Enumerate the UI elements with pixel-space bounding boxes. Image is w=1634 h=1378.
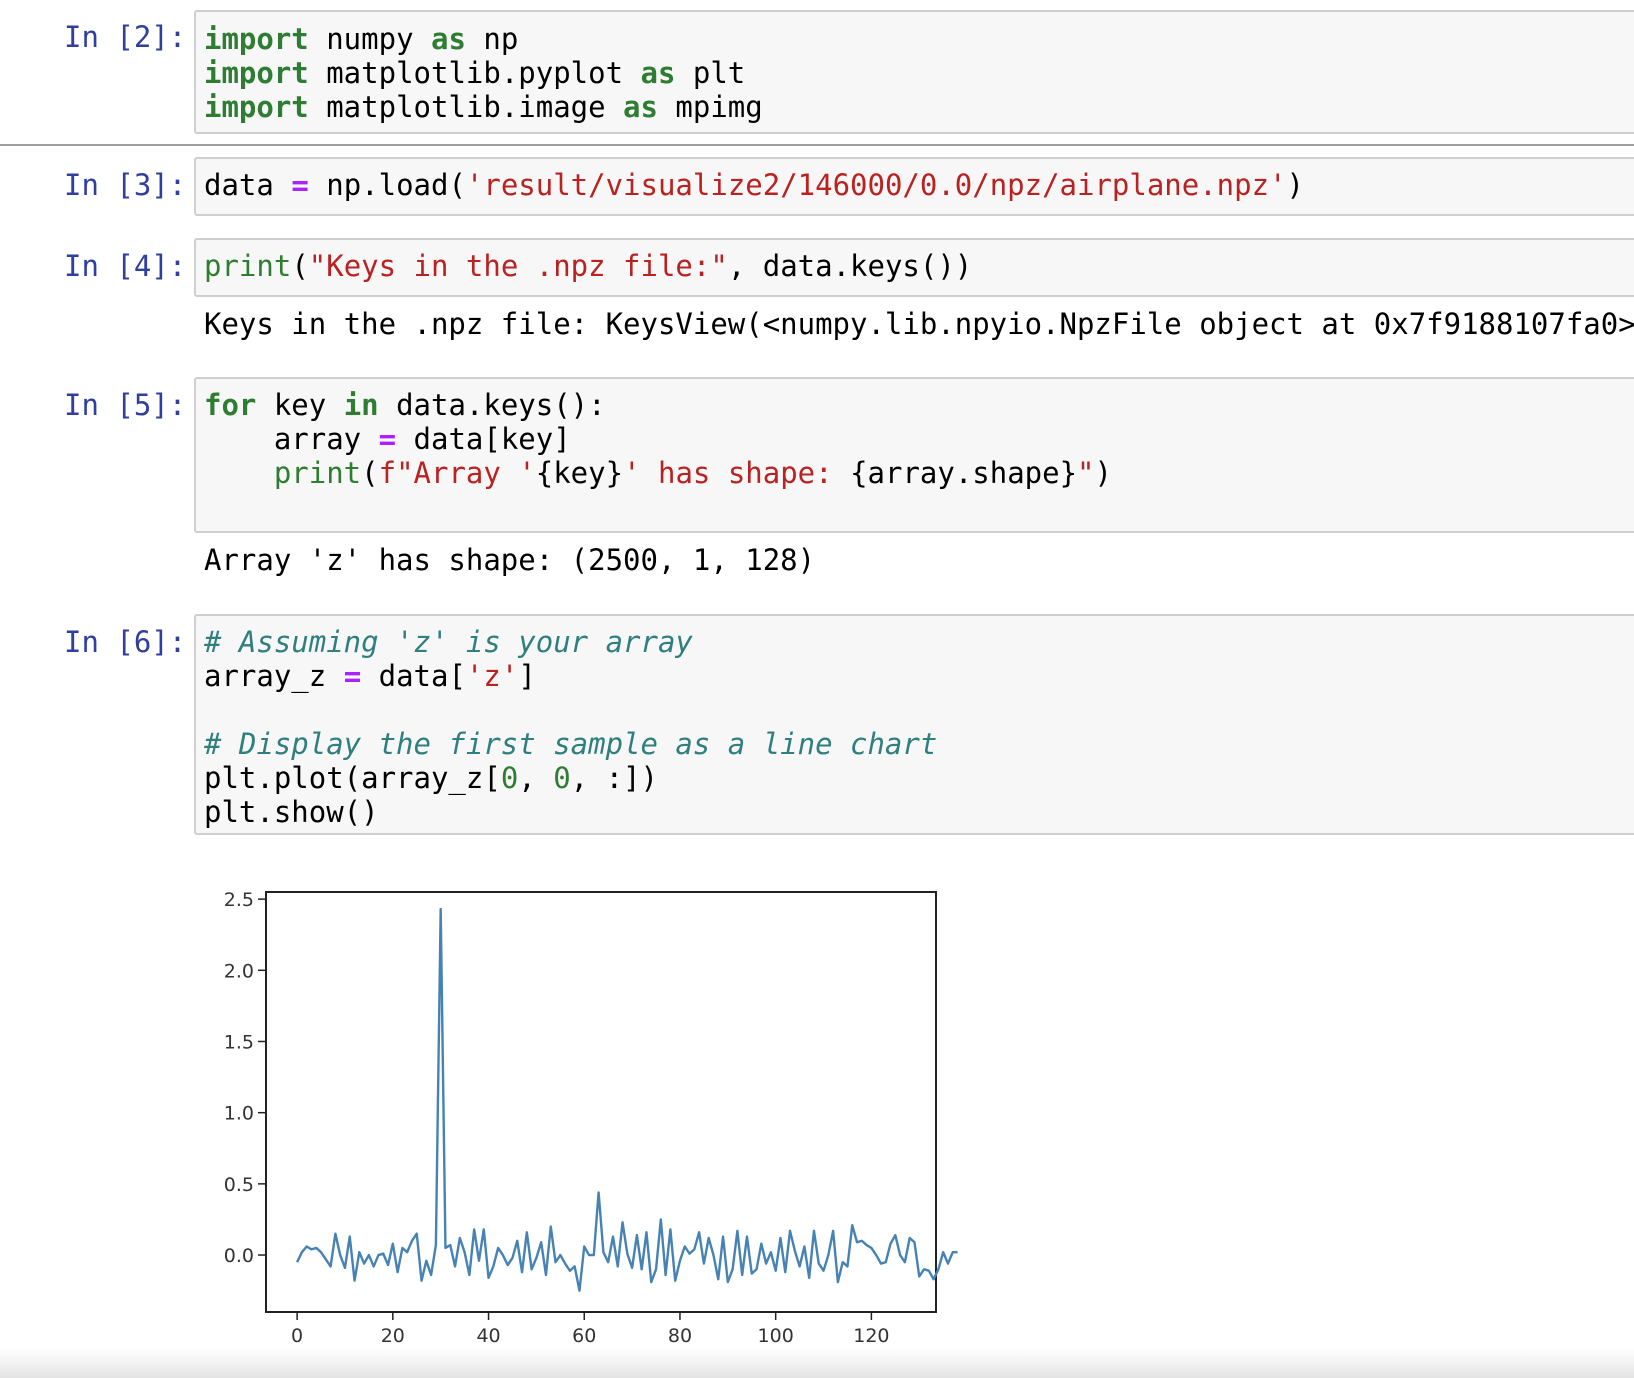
code-token: )	[1094, 456, 1112, 490]
x-tick-label: 40	[476, 1325, 500, 1347]
code-token: as	[623, 90, 658, 124]
code-token: {key}	[535, 456, 624, 490]
code-token: numpy	[308, 22, 431, 56]
code-token: =	[378, 422, 397, 456]
code-token: 'z'	[465, 659, 519, 693]
code-line: # Assuming 'z' is your array	[204, 625, 937, 659]
x-tick-label: 0	[291, 1325, 303, 1347]
code-token: as	[430, 22, 466, 56]
y-tick-label: 0.5	[224, 1174, 254, 1196]
code-token: 'result/visualize2/146000/0.0/npz/airpla…	[465, 168, 1287, 202]
code-token: data[	[361, 659, 466, 693]
code-token: ' has shape:	[623, 456, 851, 490]
code-token: data.keys():	[378, 388, 606, 422]
code-token: # Display the first sample as a line cha…	[204, 727, 938, 761]
x-tick-label: 100	[758, 1325, 794, 1347]
code-line: print("Keys in the .npz file:", data.key…	[204, 249, 972, 283]
code-token: key	[256, 388, 344, 422]
code-token: "Keys in the .npz file:"	[308, 249, 728, 283]
code-line: print(f"Array '{key}' has shape: {array.…	[204, 456, 1112, 490]
code-token: for	[204, 388, 257, 422]
code-cell-6-text: # Assuming 'z' is your array array_z = da…	[204, 625, 937, 829]
code-token: (	[361, 456, 379, 490]
y-tick-label: 2.0	[224, 960, 254, 982]
cell-prompt-3: In [3]:	[64, 168, 187, 202]
code-line: plt.plot(array_z[0, 0, :])	[204, 761, 937, 795]
y-tick-label: 0.0	[224, 1245, 254, 1267]
code-token: ]	[518, 659, 536, 693]
code-token: ,	[518, 761, 554, 795]
code-token: "	[1077, 456, 1095, 490]
code-token: as	[640, 56, 676, 90]
code-token: array	[204, 422, 379, 456]
code-token: 0	[553, 761, 571, 795]
code-cell-5-text: for key in data.keys(): array = data[key…	[204, 388, 1112, 490]
code-line: import matplotlib.pyplot as plt	[204, 56, 763, 90]
x-tick-label: 80	[668, 1325, 692, 1347]
x-tick-label: 60	[572, 1325, 596, 1347]
code-line: array = data[key]	[204, 422, 1112, 456]
code-token: array_z	[204, 659, 344, 693]
y-tick-label: 2.5	[224, 889, 254, 911]
code-line: import numpy as np	[204, 22, 763, 56]
code-cell-3-text: data = np.load('result/visualize2/146000…	[204, 168, 1304, 202]
code-token: print	[204, 249, 292, 283]
code-token: import	[204, 56, 309, 90]
code-token: import	[204, 90, 309, 124]
cell-prompt-5: In [5]:	[64, 388, 187, 422]
code-token: , :])	[570, 761, 658, 795]
code-token: =	[343, 659, 362, 693]
x-tick-label: 20	[381, 1325, 405, 1347]
code-token: plt	[675, 56, 746, 90]
code-token: data	[204, 168, 292, 202]
code-token: 0	[500, 761, 519, 795]
code-token: np	[465, 22, 519, 56]
code-cell-4-text: print("Keys in the .npz file:", data.key…	[204, 249, 972, 283]
code-token: print	[273, 456, 362, 490]
cell-prompt-2: In [2]:	[64, 20, 187, 54]
cell-5-output: Array 'z' has shape: (2500, 1, 128)	[204, 543, 816, 577]
code-line: array_z = data['z']	[204, 659, 937, 693]
code-token: , data.keys())	[727, 249, 973, 283]
code-cell-2-text: import numpy as np import matplotlib.pypl…	[204, 22, 763, 124]
code-token: =	[291, 168, 309, 202]
code-token: )	[1286, 168, 1304, 202]
code-token: data[key]	[396, 422, 571, 456]
code-token: plt.show()	[204, 795, 379, 829]
code-token: import	[204, 22, 309, 56]
code-line: plt.show()	[204, 795, 937, 829]
code-token: mpimg	[657, 90, 763, 124]
code-token: in	[343, 388, 379, 422]
code-token: np.load(	[308, 168, 466, 202]
cell-divider	[0, 144, 1634, 146]
code-line: data = np.load('result/visualize2/146000…	[204, 168, 1304, 202]
window-bottom-edge	[0, 1348, 1634, 1378]
cell-prompt-6: In [6]:	[64, 625, 187, 659]
code-token: matplotlib.image	[308, 90, 624, 124]
code-token: {array.shape}	[850, 456, 1078, 490]
code-token: (	[291, 249, 309, 283]
y-tick-label: 1.5	[224, 1031, 254, 1053]
code-line: import matplotlib.image as mpimg	[204, 90, 763, 124]
code-token: # Assuming 'z' is your array	[204, 625, 693, 659]
cell-prompt-4: In [4]:	[64, 249, 187, 283]
code-line: for key in data.keys():	[204, 388, 1112, 422]
cell-4-output: Keys in the .npz file: KeysView(<numpy.l…	[204, 307, 1634, 341]
x-tick-label: 120	[853, 1325, 889, 1347]
code-token: f"Array '	[378, 456, 536, 490]
code-line: # Display the first sample as a line cha…	[204, 727, 937, 761]
code-token: plt.plot(array_z[	[204, 761, 501, 795]
line-chart: 0.0 0.5 1.0 1.5 2.0 2.5 0 20 40 60 80 100 120	[224, 889, 958, 1347]
code-token: matplotlib.pyplot	[308, 56, 641, 90]
y-tick-label: 1.0	[224, 1103, 254, 1125]
